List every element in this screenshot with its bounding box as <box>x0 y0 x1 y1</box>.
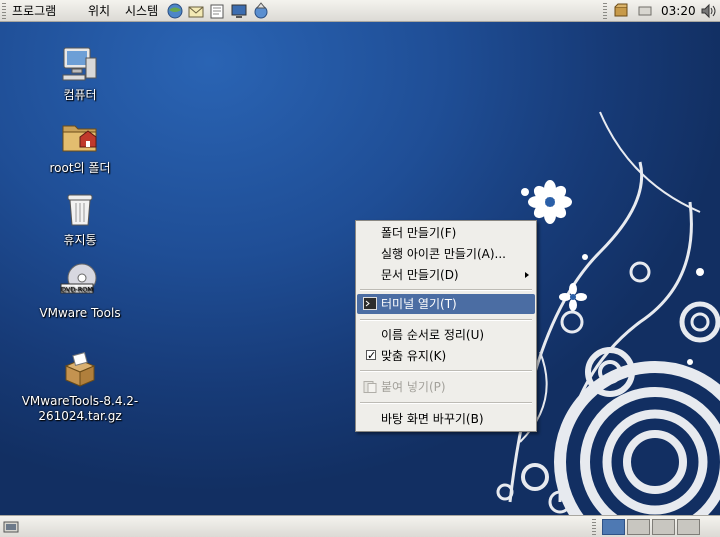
menu-item-keep-aligned[interactable]: 맞춤 유지(K) <box>357 346 535 366</box>
desktop-icon-label: VMwareTools-8.4.2- <box>21 394 139 408</box>
update-icon[interactable] <box>252 2 270 20</box>
panel-handle[interactable] <box>603 3 607 19</box>
web-browser-icon[interactable] <box>166 2 184 20</box>
menu-item-paste[interactable]: 붙여 넣기(P) <box>357 377 535 397</box>
workspace-3[interactable] <box>652 519 675 535</box>
desktop-icon-label: VMware Tools <box>39 306 121 320</box>
keyboard-icon[interactable] <box>638 2 652 18</box>
menu-item-label: 맞춤 유지(K) <box>381 349 447 363</box>
menu-item-create-document[interactable]: 문서 만들기(D) <box>357 265 535 285</box>
menu-item-label: 실행 아이콘 만들기(A)... <box>381 247 506 261</box>
submenu-arrow-icon <box>525 272 529 278</box>
menu-system[interactable]: 시스템 <box>123 3 160 19</box>
menu-item-create-launcher[interactable]: 실행 아이콘 만들기(A)... <box>357 244 535 264</box>
menu-item-label: 바탕 화면 바꾸기(B) <box>381 412 484 426</box>
paste-icon <box>363 381 377 393</box>
menu-separator <box>360 370 532 372</box>
desktop-icon-computer[interactable]: 컴퓨터 <box>20 44 140 103</box>
show-desktop-icon[interactable] <box>3 519 19 535</box>
menu-item-open-terminal[interactable]: 터미널 열기(T) <box>357 294 535 314</box>
menu-separator <box>360 319 532 321</box>
home-folder-icon <box>62 125 97 152</box>
desktop-icon-vmware-tools[interactable]: DVD-ROM VMware Tools <box>20 262 140 321</box>
workspace-1[interactable] <box>602 519 625 535</box>
menu-item-label: 폴더 만들기(F) <box>381 226 457 240</box>
menu-item-create-folder[interactable]: 폴더 만들기(F) <box>357 223 535 243</box>
menu-item-label: 이름 순서로 정리(U) <box>381 328 485 342</box>
menu-item-label: 붙여 넣기(P) <box>381 380 446 394</box>
clock[interactable]: 03:20 <box>661 3 696 19</box>
text-editor-icon[interactable] <box>208 2 226 20</box>
desktop-icon-label: 컴퓨터 <box>63 88 97 102</box>
desktop-icon-trash[interactable]: 휴지통 <box>20 189 140 248</box>
dvd-label: DVD-ROM <box>61 286 93 294</box>
desktop-icon-label: 휴지통 <box>63 233 97 247</box>
menu-separator <box>360 289 532 291</box>
panel-handle[interactable] <box>592 519 596 535</box>
menu-item-label: 문서 만들기(D) <box>381 268 459 282</box>
desktop[interactable]: 컴퓨터 root의 폴더 휴지통 DVD-ROM VMware Tools VM… <box>0 22 720 515</box>
menu-separator <box>360 402 532 404</box>
workspace-2[interactable] <box>627 519 650 535</box>
menu-item-change-background[interactable]: 바탕 화면 바꾸기(B) <box>357 409 535 429</box>
volume-icon[interactable] <box>700 2 718 20</box>
computer-icon <box>62 47 97 81</box>
workspace-4[interactable] <box>677 519 700 535</box>
top-panel: 프로그램 위치 시스템 03:20 <box>0 0 720 22</box>
desktop-icon-label: 261024.tar.gz <box>38 409 122 423</box>
checkbox-icon <box>366 346 376 366</box>
package-icon[interactable] <box>613 2 629 18</box>
menu-applications[interactable]: 프로그램 <box>10 3 58 19</box>
menu-item-label: 터미널 열기(T) <box>381 297 457 311</box>
desktop-icon-vmware-archive[interactable]: VMwareTools-8.4.2- 261024.tar.gz <box>20 350 140 424</box>
panel-handle[interactable] <box>2 3 6 19</box>
menu-places[interactable]: 위치 <box>86 3 112 19</box>
dvd-icon: DVD-ROM <box>60 263 97 294</box>
email-icon[interactable] <box>187 2 205 20</box>
desktop-icon-home-folder[interactable]: root의 폴더 <box>20 117 140 176</box>
desktop-context-menu: 폴더 만들기(F) 실행 아이콘 만들기(A)... 문서 만들기(D) 터미널… <box>355 220 537 432</box>
menu-item-sort-by-name[interactable]: 이름 순서로 정리(U) <box>357 325 535 345</box>
archive-icon <box>64 352 96 387</box>
desktop-icon-label: root의 폴더 <box>49 161 111 175</box>
trash-icon <box>67 194 93 226</box>
screenshot-icon[interactable] <box>230 2 248 20</box>
terminal-icon <box>363 297 377 310</box>
bottom-panel <box>0 515 720 537</box>
